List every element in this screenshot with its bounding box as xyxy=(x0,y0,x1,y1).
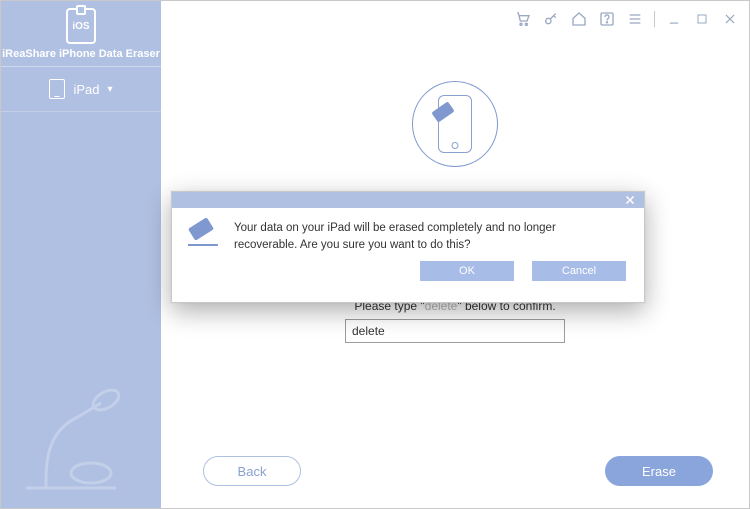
erase-button[interactable]: Erase xyxy=(605,456,713,486)
ipad-icon xyxy=(49,79,65,99)
dialog-header xyxy=(172,192,644,208)
confirm-input[interactable] xyxy=(345,319,565,343)
brand-text: iReaShare iPhone Data Eraser xyxy=(2,48,160,60)
dialog-body: Your data on your iPad will be erased co… xyxy=(172,208,644,261)
dialog-ok-button[interactable]: OK xyxy=(420,261,514,281)
menu-icon[interactable] xyxy=(626,10,644,28)
minimize-icon[interactable] xyxy=(665,10,683,28)
brand: iOS iReaShare iPhone Data Eraser xyxy=(1,1,161,67)
hero-phone-icon xyxy=(438,95,472,153)
hero-eraser-icon xyxy=(431,101,454,122)
dialog-cancel-button[interactable]: Cancel xyxy=(532,261,626,281)
dialog-close-icon[interactable] xyxy=(622,192,638,208)
close-icon[interactable] xyxy=(721,10,739,28)
signet-icon xyxy=(11,378,131,498)
hero-circle xyxy=(412,81,498,167)
key-icon[interactable] xyxy=(542,10,560,28)
titlebar-separator xyxy=(654,11,655,27)
maximize-icon[interactable] xyxy=(693,10,711,28)
app-window: iOS iReaShare iPhone Data Eraser iPad ▾ … xyxy=(0,0,750,509)
help-icon[interactable] xyxy=(598,10,616,28)
device-name: iPad xyxy=(73,82,99,97)
dialog-message: Your data on your iPad will be erased co… xyxy=(234,220,556,253)
brand-icon: iOS xyxy=(66,8,96,44)
device-selector[interactable]: iPad ▾ xyxy=(1,67,161,112)
dialog-actions: OK Cancel xyxy=(172,261,644,291)
chevron-down-icon: ▾ xyxy=(108,84,113,95)
back-button[interactable]: Back xyxy=(203,456,301,486)
home-icon[interactable] xyxy=(570,10,588,28)
cart-icon[interactable] xyxy=(514,10,532,28)
eraser-icon xyxy=(188,222,220,246)
confirm-dialog: Your data on your iPad will be erased co… xyxy=(171,191,645,303)
sidebar: iOS iReaShare iPhone Data Eraser iPad ▾ xyxy=(1,1,161,508)
footer-buttons: Back Erase xyxy=(161,456,749,486)
titlebar xyxy=(514,1,749,37)
